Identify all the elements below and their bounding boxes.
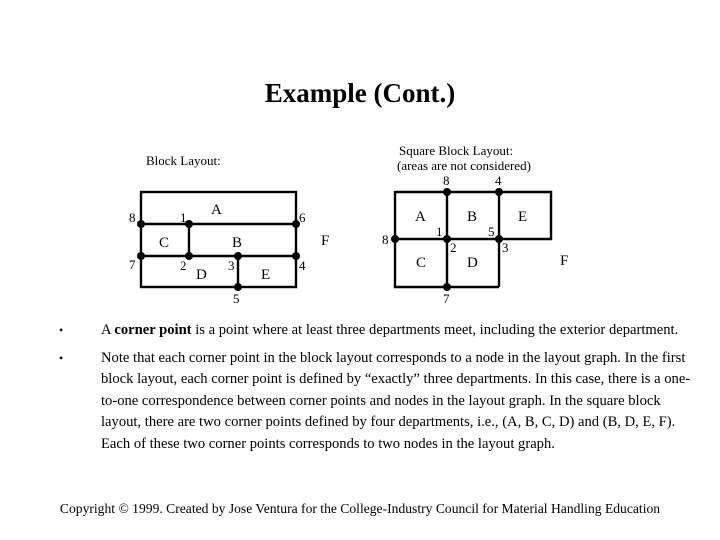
block-node-8 [137, 220, 145, 228]
block-node-label-5: 5 [233, 291, 240, 306]
bullet-list: • A corner point is a point where at lea… [52, 320, 692, 461]
block-node-5 [234, 283, 242, 291]
bullet-text-pre: A [101, 322, 115, 338]
square-node-top-4 [495, 188, 503, 196]
block-dept-b: B [232, 235, 242, 251]
bullet-marker: • [59, 323, 64, 337]
block-node-label-2: 2 [180, 258, 187, 273]
layout-diagrams: Block Layout: A B C D E F 1 2 3 4 5 6 7 … [129, 143, 568, 306]
bullet-correspondence-note: • Note that each corner point in the blo… [52, 348, 692, 456]
block-node-label-6: 6 [299, 210, 306, 225]
block-layout-caption: Block Layout: [146, 153, 221, 168]
square-node-label-right-3: 3 [502, 240, 509, 255]
square-node-bottom-7 [443, 283, 451, 291]
square-node-left-8 [391, 235, 399, 243]
bullet-text-post: is a point where at least three departme… [191, 322, 679, 338]
square-dept-c: C [416, 255, 426, 271]
square-layout-caption-line2: (areas are not considered) [397, 158, 531, 173]
block-dept-f: F [321, 233, 329, 249]
square-dept-e: E [518, 209, 527, 225]
square-dept-b: B [467, 209, 477, 225]
bullet-marker: • [59, 350, 64, 365]
block-node-label-7: 7 [129, 257, 136, 272]
block-node-label-3: 3 [228, 258, 235, 273]
square-layout-caption-line1: Square Block Layout: [399, 143, 513, 158]
block-dept-c: C [159, 235, 169, 251]
square-node-label-left-8: 8 [382, 232, 389, 247]
square-dept-d: D [467, 255, 478, 271]
copyright-footer: Copyright © 1999. Created by Jose Ventur… [59, 501, 661, 516]
block-node-label-4: 4 [299, 258, 306, 273]
square-node-top-8 [443, 188, 451, 196]
block-node-label-8: 8 [129, 210, 136, 225]
block-node-3 [234, 252, 242, 260]
bullet-term-corner-point: corner point [114, 322, 192, 338]
block-node-7 [137, 252, 145, 260]
block-node-label-1: 1 [180, 210, 187, 225]
square-node-label-right-5: 5 [488, 224, 495, 239]
bullet-text: Note that each corner point in the block… [101, 349, 691, 452]
square-node-label-top-4: 4 [495, 173, 502, 188]
square-node-label-center-1: 1 [436, 224, 443, 239]
square-node-label-top-8: 8 [443, 173, 450, 188]
block-dept-d: D [196, 267, 207, 283]
block-dept-a: A [211, 202, 222, 218]
square-layout-diagram [393, 190, 553, 289]
block-dept-e: E [261, 267, 270, 283]
square-node-label-center-2: 2 [450, 240, 457, 255]
bullet-corner-point-definition: • A corner point is a point where at lea… [52, 320, 692, 342]
square-dept-a: A [415, 209, 426, 225]
square-node-label-bottom-7: 7 [443, 291, 450, 306]
square-dept-f: F [560, 253, 568, 269]
